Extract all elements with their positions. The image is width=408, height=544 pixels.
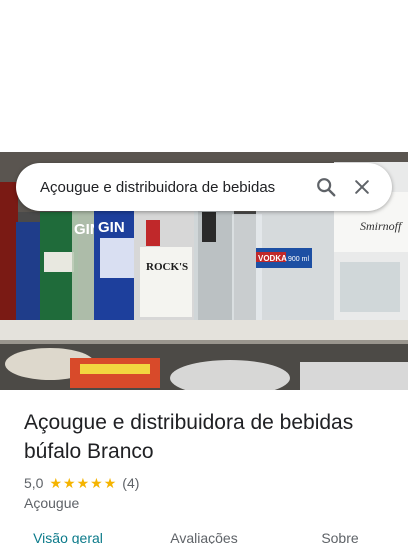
star-rating: ★ ★ ★ ★ ★ [49, 476, 117, 490]
place-category[interactable]: Açougue [24, 495, 384, 511]
star-icon: ★ [76, 475, 90, 491]
tab-overview[interactable]: Visão geral [0, 530, 136, 544]
star-icon: ★ [103, 475, 117, 491]
gin-right-label: GIN [98, 219, 125, 236]
star-icon: ★ [90, 475, 103, 491]
smirnoff-label: Smirnoff [360, 219, 403, 233]
review-count[interactable]: (4) [122, 475, 139, 491]
search-icon[interactable] [308, 169, 344, 205]
vodka-volume-label: 900 ml [288, 256, 309, 263]
close-icon[interactable] [344, 169, 380, 205]
rocks-label: ROCK'S [146, 261, 188, 273]
vodka-label: VODKA [258, 254, 287, 263]
blank-map-area [0, 0, 408, 152]
tab-about[interactable]: Sobre [272, 530, 408, 544]
rating-row[interactable]: 5,0 ★ ★ ★ ★ ★ (4) [24, 475, 384, 491]
star-icon: ★ [49, 475, 63, 491]
rating-value: 5,0 [24, 475, 44, 491]
place-tabs: Visão geral Avaliações Sobre [0, 530, 408, 544]
search-bar[interactable]: Açougue e distribuidora de bebidas [16, 163, 392, 211]
place-title: Açougue e distribuidora de bebidas búfal… [24, 411, 354, 463]
search-input[interactable]: Açougue e distribuidora de bebidas [40, 179, 308, 196]
star-icon: ★ [63, 475, 76, 491]
place-info-panel: Açougue e distribuidora de bebidas búfal… [0, 390, 408, 544]
tab-reviews[interactable]: Avaliações [136, 530, 272, 544]
